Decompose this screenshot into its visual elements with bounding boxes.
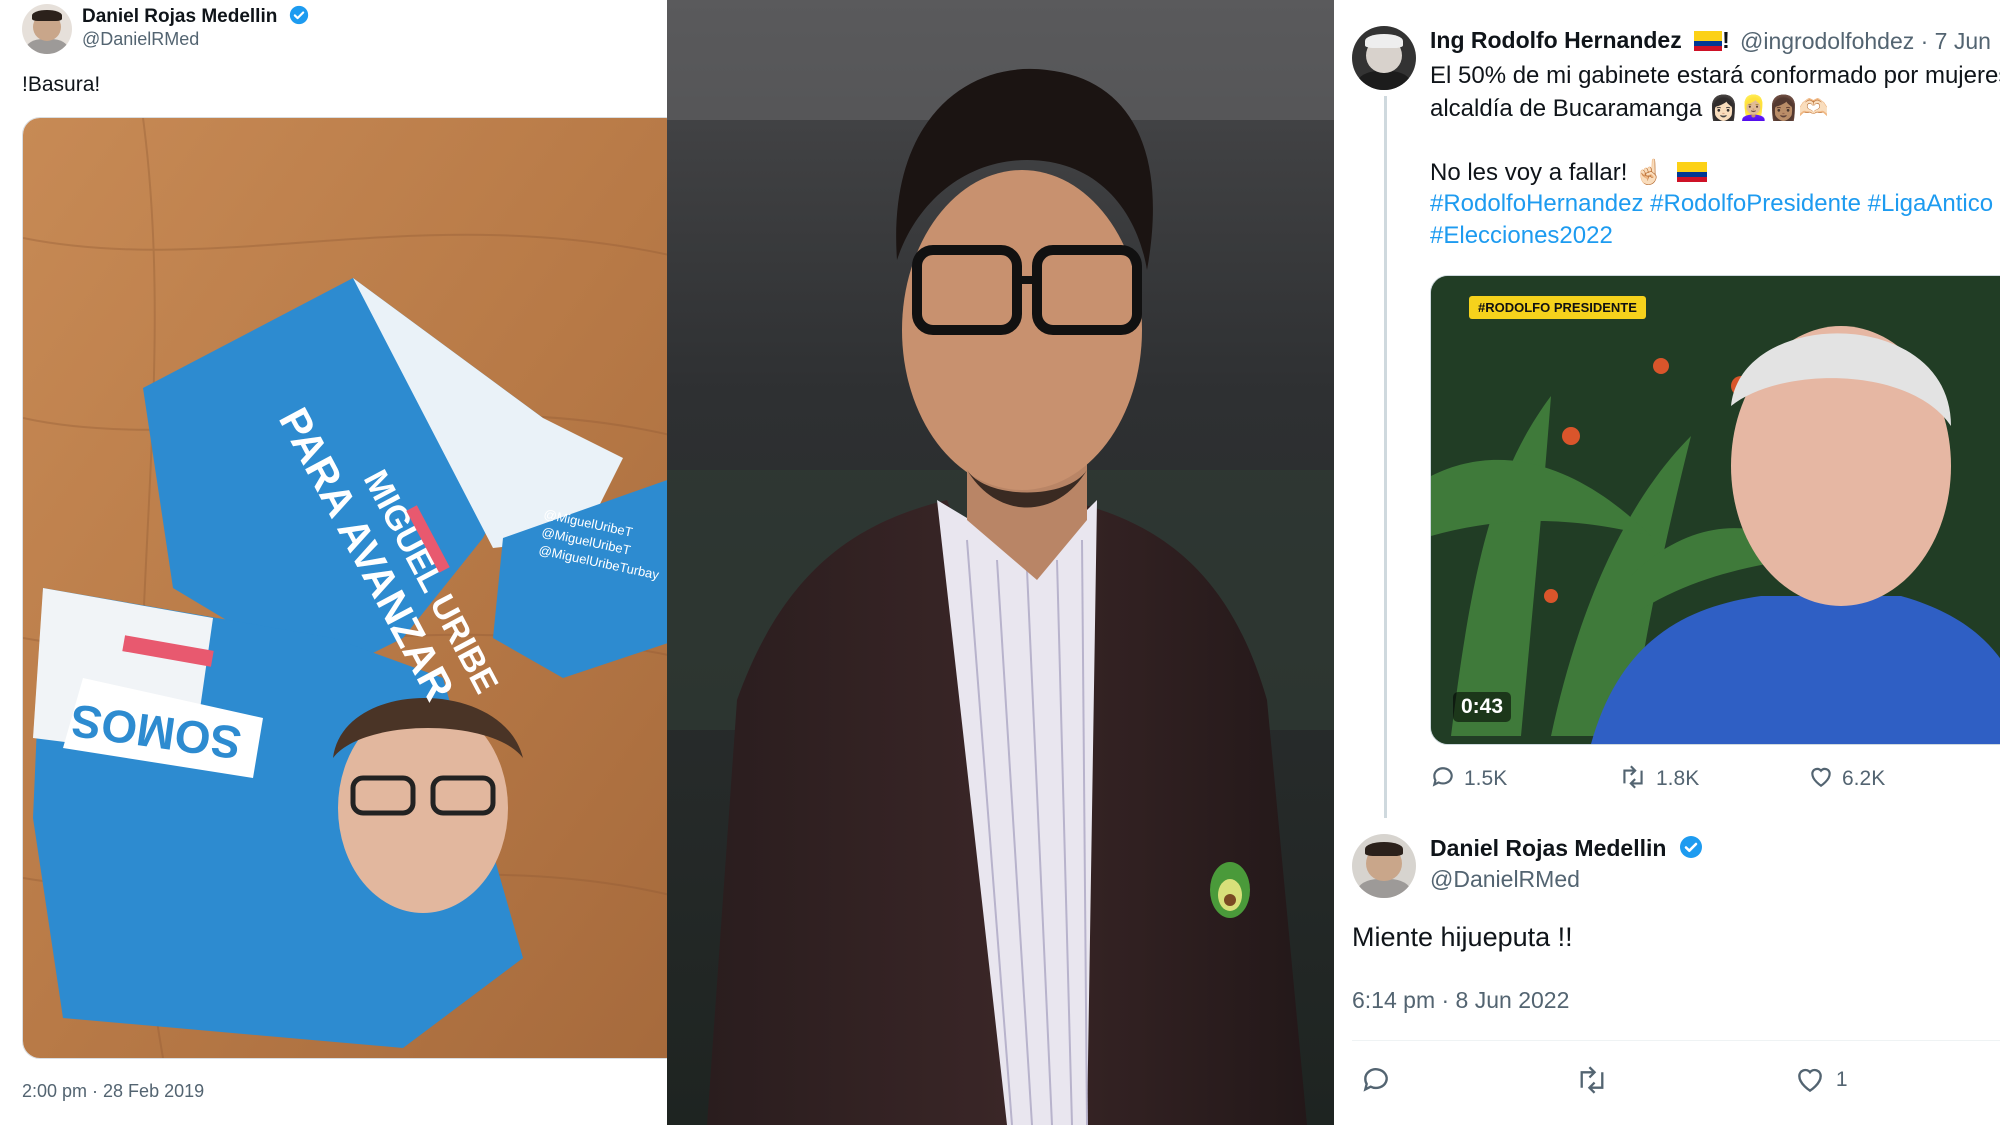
tweet-text: !Basura! [22, 73, 101, 96]
tweet-photo[interactable]: PARA AVANZAR MIGUEL URIBE SOMOS @MiguelU… [22, 117, 684, 1059]
tweet-timestamp[interactable]: 2:00 pm · 28 Feb 2019 [22, 1081, 204, 1102]
reply-author-name-row[interactable]: Daniel Rojas Medellin [1430, 835, 1703, 862]
reply-timestamp[interactable]: 6:14 pm · 8 Jun 2022 [1352, 987, 1569, 1014]
reply-count-button[interactable]: 1.5K [1430, 764, 1507, 791]
quoted-video[interactable]: #RODOLFO PRESIDENTE 0:43 [1430, 275, 2000, 745]
quoted-author-name-row[interactable]: Ing Rodolfo Hernandez ! [1430, 27, 1730, 54]
reply-button[interactable] [1360, 1064, 1392, 1096]
reply-author-name[interactable]: Daniel Rojas Medellin [1430, 835, 1666, 861]
like-button[interactable]: 1 [1794, 1064, 1848, 1096]
quoted-author-name[interactable]: Ing Rodolfo Hernandez [1430, 27, 1682, 53]
quoted-handle-and-date[interactable]: @ingrodolfohdez · 7 Jun [1740, 28, 1991, 55]
retweet-icon [1623, 765, 1643, 789]
name-suffix: ! [1722, 27, 1730, 53]
author-avatar[interactable] [22, 4, 72, 54]
quoted-text-line-3: No les voy a fallar! ☝🏻 [1430, 159, 1664, 186]
divider [1352, 1040, 2000, 1041]
like-count-button[interactable]: 6.2K [1808, 764, 1885, 791]
retweet-count: 1.8K [1656, 767, 1700, 790]
reply-author-avatar[interactable] [1352, 834, 1416, 898]
video-thumbnail [1431, 276, 2000, 744]
reply-count: 1.5K [1464, 767, 1508, 790]
retweet-icon [1580, 1066, 1604, 1094]
like-count: 1 [1835, 1068, 1848, 1091]
reply-icon [1363, 1068, 1388, 1092]
hashtags-line-1[interactable]: #RodolfoHernandez #RodolfoPresidente #Li… [1430, 190, 1993, 218]
colombia-flag-icon [1694, 31, 1723, 51]
author-name-row[interactable]: Daniel Rojas Medellin [82, 5, 309, 28]
author-name[interactable]: Daniel Rojas Medellin [82, 6, 277, 27]
retweet-button[interactable] [1574, 1064, 1610, 1096]
author-handle[interactable]: @DanielRMed [82, 29, 199, 50]
heart-icon [1811, 767, 1831, 787]
reply-text: Miente hijueputa !! [1352, 922, 1573, 952]
colombia-flag-icon [1676, 162, 1707, 182]
hashtags-line-2[interactable]: #Elecciones2022 [1430, 222, 1613, 250]
quoted-text-line-1: El 50% de mi gabinete estará conformado … [1430, 62, 2000, 89]
thread-connector-line [1384, 96, 1387, 818]
verified-badge-icon [289, 5, 308, 25]
torn-flyer-photo: PARA AVANZAR MIGUEL URIBE SOMOS @MiguelU… [23, 118, 683, 1058]
retweet-count-button[interactable]: 1.8K [1618, 764, 1699, 791]
reply-icon [1432, 767, 1453, 787]
like-count: 6.2K [1842, 767, 1886, 790]
reply-author-handle[interactable]: @DanielRMed [1430, 866, 1580, 893]
portrait-photo [667, 0, 1334, 1125]
quoted-author-avatar[interactable] [1352, 26, 1416, 90]
quoted-text-line-3-row: No les voy a fallar! ☝🏻 [1430, 158, 1707, 187]
man-portrait-image [667, 0, 1334, 1125]
heart-icon [1798, 1068, 1822, 1093]
video-duration: 0:43 [1453, 692, 1512, 722]
verified-badge-icon [1679, 836, 1702, 858]
quoted-text-line-2: alcaldía de Bucaramanga 👩🏻👱🏼‍♀️👩🏽🫶🏻 [1430, 95, 1829, 122]
rodolfo-presidente-badge: #RODOLFO PRESIDENTE [1469, 296, 1646, 319]
